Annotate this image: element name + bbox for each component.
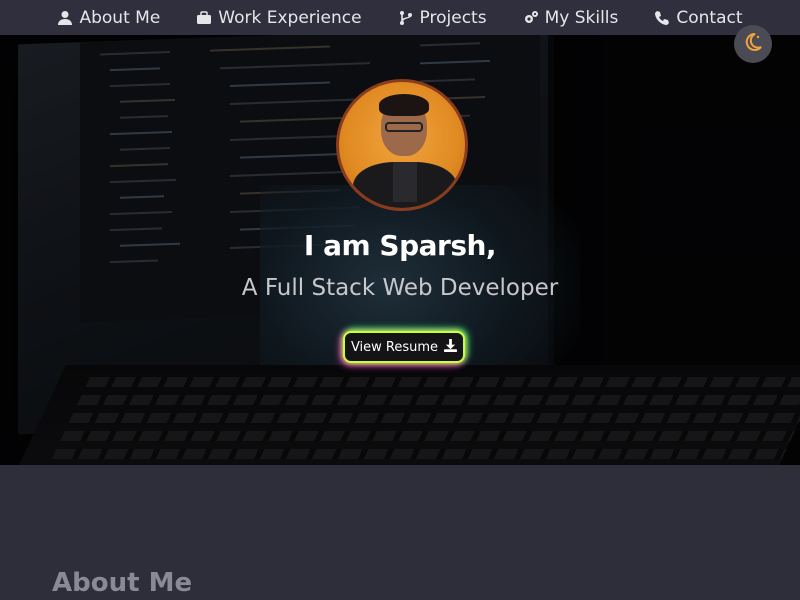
profile-avatar xyxy=(336,79,468,211)
moon-icon xyxy=(743,32,763,56)
view-resume-label: View Resume xyxy=(350,339,439,355)
nav-item-about-me[interactable]: About Me xyxy=(57,8,160,28)
nav-item-label: Contact xyxy=(676,7,743,28)
nav-list: About Me Work Experience Projects My Ski… xyxy=(39,8,760,28)
nav-item-my-skills[interactable]: My Skills xyxy=(523,7,619,28)
top-navbar: About Me Work Experience Projects My Ski… xyxy=(0,0,800,35)
briefcase-icon xyxy=(196,10,212,26)
phone-icon xyxy=(654,10,670,26)
view-resume-button[interactable]: View Resume xyxy=(343,331,465,363)
nav-item-projects[interactable]: Projects xyxy=(398,8,487,28)
user-icon xyxy=(57,10,73,26)
nav-item-label: Projects xyxy=(419,7,487,28)
nav-item-label: About Me xyxy=(79,7,161,28)
nav-item-work-experience[interactable]: Work Experience xyxy=(196,7,362,28)
gears-icon xyxy=(523,10,539,26)
nav-item-label: My Skills xyxy=(544,7,619,28)
nav-item-contact[interactable]: Contact xyxy=(654,7,743,28)
download-icon xyxy=(444,338,458,356)
hero-role-subtitle: A Full Stack Web Developer xyxy=(241,275,559,301)
hero-section: I am Sparsh, A Full Stack Web Developer … xyxy=(0,35,800,465)
hero-intro-heading: I am Sparsh, xyxy=(303,229,497,262)
theme-toggle-button[interactable] xyxy=(734,25,772,63)
code-branch-icon xyxy=(398,10,414,26)
nav-item-label: Work Experience xyxy=(218,7,362,28)
about-section-heading: About Me xyxy=(52,567,193,598)
